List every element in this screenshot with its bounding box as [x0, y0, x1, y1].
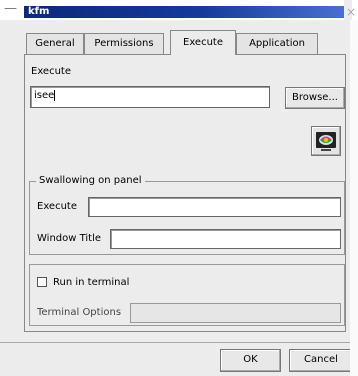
- browse-button-label: Browse...: [292, 92, 338, 103]
- window-edge: [350, 20, 358, 376]
- terminal-options-input[interactable]: [130, 303, 341, 323]
- swallow-execute-label: Execute: [37, 201, 77, 212]
- close-icon[interactable]: ×: [346, 6, 356, 18]
- cancel-button[interactable]: Cancel: [289, 349, 353, 372]
- ok-button-label: OK: [243, 354, 258, 365]
- properties-dialog: — kfm × General Permissions Execute Appl…: [0, 0, 358, 376]
- swallowing-group-title: Swallowing on panel: [36, 175, 145, 187]
- title-bar-fill[interactable]: kfm: [24, 6, 344, 18]
- execute-command-input[interactable]: isee: [30, 86, 270, 108]
- terminal-options-label: Terminal Options: [37, 307, 122, 318]
- tab-application[interactable]: Application: [236, 33, 318, 54]
- display-settings-icon: [316, 132, 336, 151]
- tab-permissions-label: Permissions: [94, 38, 154, 49]
- execute-command-value: isee: [34, 90, 55, 101]
- window-menu-icon[interactable]: —: [4, 0, 18, 20]
- title-bar[interactable]: — kfm ×: [0, 0, 356, 20]
- window-title-label: Window Title: [37, 233, 102, 244]
- tab-general[interactable]: General: [26, 33, 84, 54]
- tab-application-label: Application: [249, 38, 305, 49]
- browse-button[interactable]: Browse...: [285, 87, 345, 109]
- cancel-button-label: Cancel: [304, 354, 338, 365]
- execute-label: Execute: [31, 66, 71, 77]
- window-title-input[interactable]: [110, 229, 341, 249]
- run-in-terminal-checkbox[interactable]: [37, 277, 47, 287]
- run-in-terminal-label[interactable]: Run in terminal: [53, 277, 129, 289]
- icon-select-button[interactable]: [311, 126, 341, 156]
- panel-border: [24, 54, 171, 55]
- tab-execute[interactable]: Execute: [170, 30, 236, 55]
- tab-permissions[interactable]: Permissions: [84, 33, 164, 54]
- panel-border: [235, 54, 346, 55]
- ok-button[interactable]: OK: [220, 349, 281, 372]
- swallow-execute-input[interactable]: [88, 197, 341, 217]
- footer-divider: [0, 342, 352, 343]
- tab-execute-label: Execute: [183, 37, 223, 48]
- window-title: kfm: [28, 6, 50, 17]
- tab-general-label: General: [35, 38, 75, 49]
